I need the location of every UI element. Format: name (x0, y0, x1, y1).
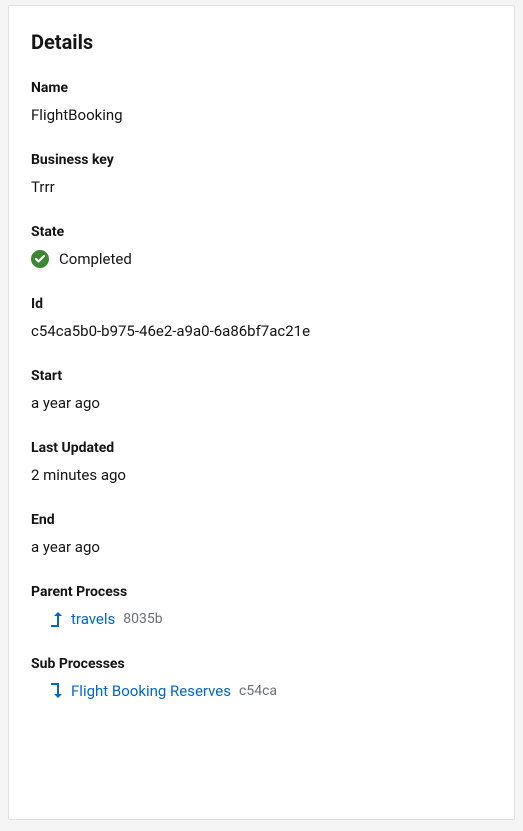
field-label-id: Id (31, 296, 492, 312)
field-state: State Completed (31, 224, 492, 268)
parent-process-row: travels 8035b (31, 610, 492, 628)
field-value-start: a year ago (31, 394, 492, 412)
field-business-key: Business key Trrr (31, 152, 492, 196)
level-up-icon (49, 610, 63, 628)
field-end: End a year ago (31, 512, 492, 556)
state-row: Completed (31, 250, 492, 268)
field-start: Start a year ago (31, 368, 492, 412)
field-label-end: End (31, 512, 492, 528)
field-label-start: Start (31, 368, 492, 384)
sub-process-row: Flight Booking Reserves c54ca (31, 682, 492, 700)
field-value-business-key: Trrr (31, 178, 492, 196)
field-value-last-updated: 2 minutes ago (31, 466, 492, 484)
field-last-updated: Last Updated 2 minutes ago (31, 440, 492, 484)
field-value-state: Completed (59, 250, 132, 268)
parent-process-id: 8035b (123, 611, 162, 627)
details-card: Details Name FlightBooking Business key … (8, 5, 515, 820)
field-label-state: State (31, 224, 492, 240)
field-sub-processes: Sub Processes Flight Booking Reserves c5… (31, 656, 492, 700)
check-circle-icon (31, 250, 49, 268)
sub-process-link[interactable]: Flight Booking Reserves (71, 682, 231, 700)
field-value-name: FlightBooking (31, 106, 492, 124)
field-label-sub-processes: Sub Processes (31, 656, 492, 672)
field-parent-process: Parent Process travels 8035b (31, 584, 492, 628)
parent-process-link[interactable]: travels (71, 610, 115, 628)
card-title: Details (31, 30, 492, 54)
field-label-parent-process: Parent Process (31, 584, 492, 600)
field-label-last-updated: Last Updated (31, 440, 492, 456)
field-label-business-key: Business key (31, 152, 492, 168)
sub-process-id: c54ca (239, 683, 277, 699)
field-id: Id c54ca5b0-b975-46e2-a9a0-6a86bf7ac21e (31, 296, 492, 340)
field-label-name: Name (31, 80, 492, 96)
level-down-icon (49, 682, 63, 700)
field-value-id: c54ca5b0-b975-46e2-a9a0-6a86bf7ac21e (31, 322, 492, 340)
field-value-end: a year ago (31, 538, 492, 556)
field-name: Name FlightBooking (31, 80, 492, 124)
